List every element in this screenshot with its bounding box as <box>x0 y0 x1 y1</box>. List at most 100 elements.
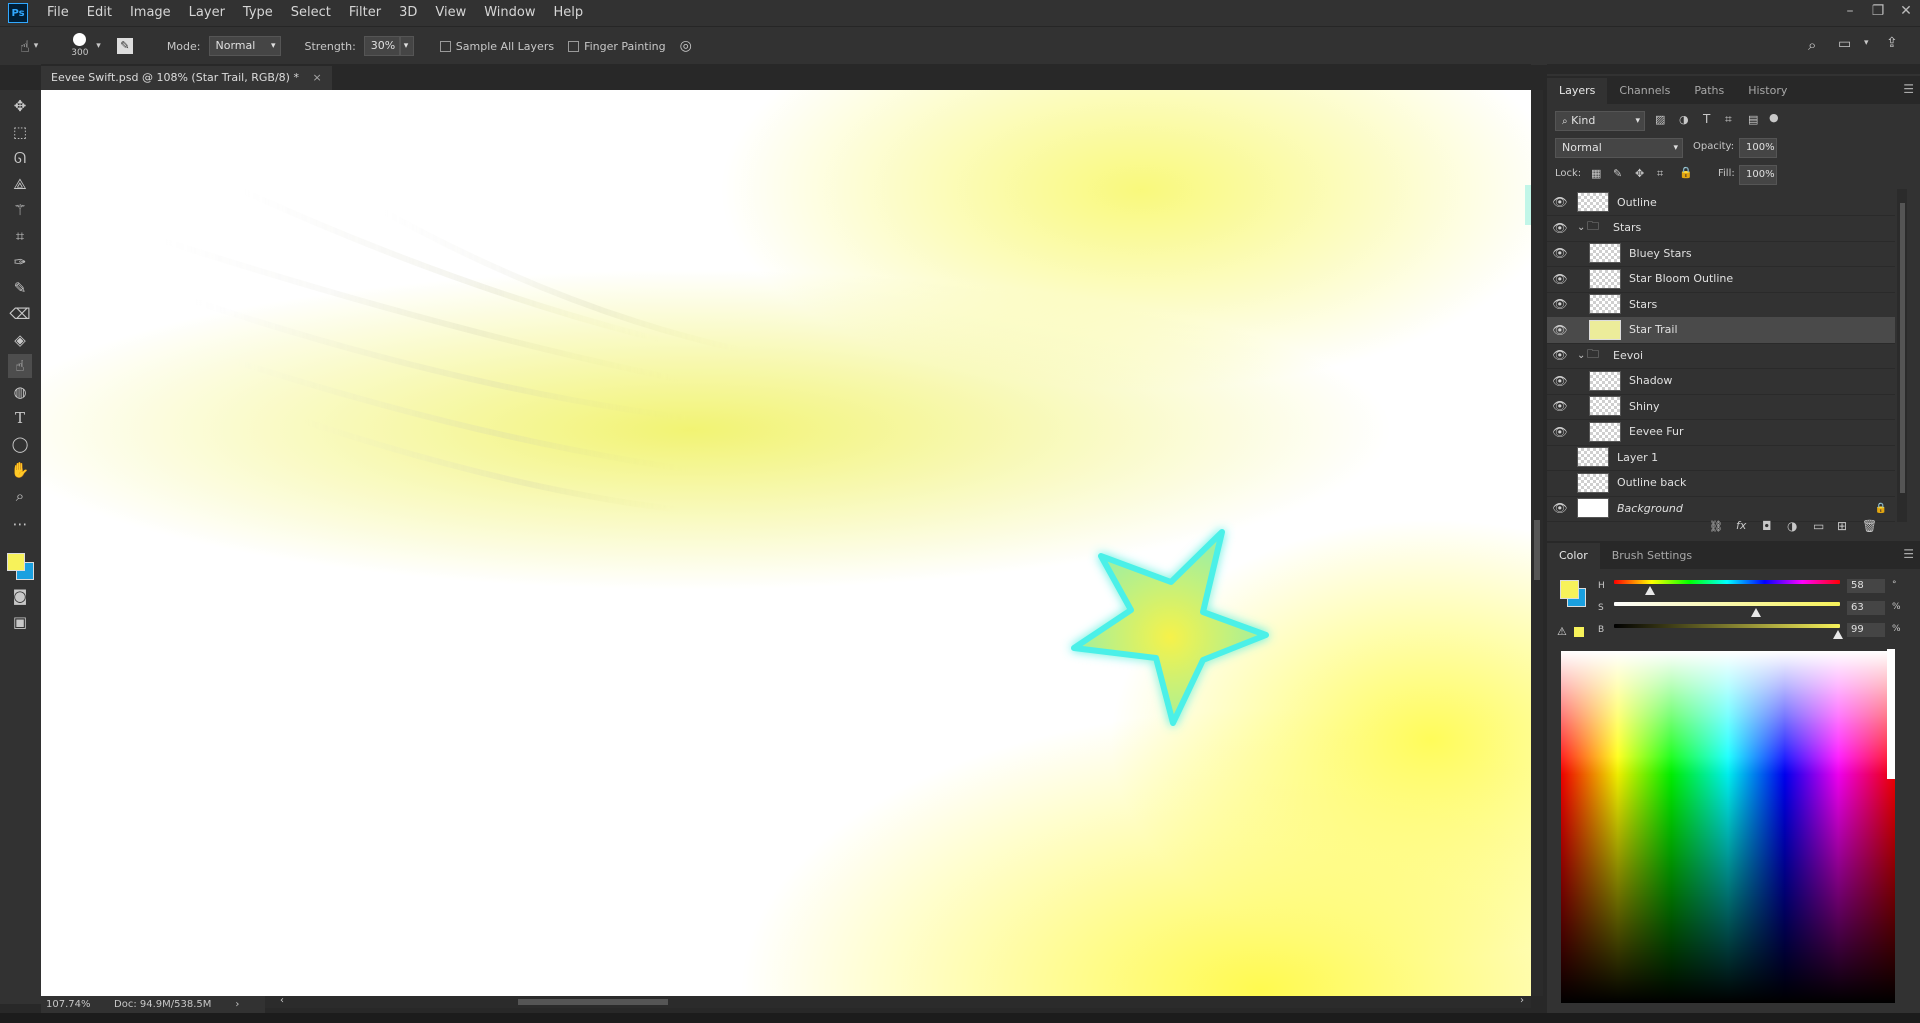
menu-help[interactable]: Help <box>545 0 593 26</box>
vertical-scroll-thumb[interactable] <box>1534 520 1540 580</box>
horizontal-scroll-thumb[interactable] <box>518 999 668 1005</box>
document-canvas[interactable] <box>41 90 1531 996</box>
eyedropper-icon[interactable]: ✑ <box>8 250 32 274</box>
move-tool-icon[interactable]: ✥ <box>8 94 32 118</box>
menu-3d[interactable]: 3D <box>390 0 426 26</box>
restore-button[interactable]: ❐ <box>1864 0 1892 26</box>
brush-tool-icon[interactable]: ✎ <box>8 276 32 300</box>
panel-collapse-bar[interactable] <box>1547 64 1920 74</box>
crop-tool-icon[interactable]: ⌗ <box>8 224 32 248</box>
type-filter-icon[interactable]: T <box>1703 112 1710 126</box>
tab-layers[interactable]: Layers <box>1547 78 1608 104</box>
zoom-tool-icon[interactable]: ⌕ <box>8 484 32 508</box>
gamut-swatch[interactable] <box>1574 627 1584 637</box>
pixel-filter-icon[interactable]: ▨ <box>1655 113 1665 126</box>
layer-row[interactable]: 👁 Bluey Stars <box>1547 240 1895 267</box>
layer-list-scroll-thumb[interactable] <box>1900 203 1905 493</box>
visibility-eye-icon[interactable]: 👁 <box>1547 297 1573 311</box>
smart-object-filter-icon[interactable]: ▤ <box>1748 113 1758 126</box>
visibility-eye-icon[interactable]: 👁 <box>1547 399 1573 413</box>
visibility-eye-icon[interactable]: 👁 <box>1547 425 1573 439</box>
tab-channels[interactable]: Channels <box>1607 78 1682 104</box>
lock-artboard-icon[interactable]: ⌗ <box>1657 167 1663 181</box>
minimize-button[interactable]: – <box>1836 0 1864 26</box>
panel-menu-icon[interactable]: ☰ <box>1903 82 1914 96</box>
add-mask-icon[interactable]: ◘ <box>1762 519 1772 533</box>
menu-view[interactable]: View <box>426 0 475 26</box>
visibility-eye-icon[interactable]: 👁 <box>1547 246 1573 260</box>
hue-slider-track[interactable] <box>1614 580 1840 584</box>
hue-slider-knob[interactable] <box>1645 586 1656 595</box>
menu-filter[interactable]: Filter <box>340 0 390 26</box>
gamut-warning-icon[interactable]: ⚠ <box>1557 625 1567 638</box>
layer-lock-icon[interactable]: 🔒 <box>1875 503 1887 514</box>
type-tool-icon[interactable]: T <box>8 406 32 430</box>
visibility-eye-icon[interactable]: 👁 <box>1547 272 1573 286</box>
chevron-down-icon[interactable]: ▾ <box>1864 38 1869 48</box>
lock-all-icon[interactable]: 🔒 <box>1679 166 1693 179</box>
ellipse-tool-icon[interactable]: ◯ <box>8 432 32 456</box>
horizontal-scrollbar[interactable]: ‹ › <box>265 995 1531 1008</box>
strength-field[interactable]: 30% <box>363 36 400 56</box>
lasso-tool-icon[interactable]: ᘏ <box>8 146 32 170</box>
layer-row[interactable]: 👁 Outline <box>1547 189 1895 216</box>
menu-layer[interactable]: Layer <box>180 0 234 26</box>
brightness-value-field[interactable]: 99 <box>1847 623 1885 637</box>
polygonal-lasso-icon[interactable]: ⟁ <box>8 172 32 196</box>
layer-row[interactable]: Outline back <box>1547 470 1895 497</box>
fill-field[interactable]: 100% <box>1739 165 1777 185</box>
adjustment-filter-icon[interactable]: ◑ <box>1679 113 1689 126</box>
workspace-icon[interactable]: ▭ <box>1838 36 1851 52</box>
layer-row[interactable]: 👁 ⌄ 🗀 Eevoi <box>1547 342 1895 369</box>
brightness-slider-track[interactable] <box>1614 624 1840 628</box>
brush-size-picker[interactable]: 300 <box>68 31 92 61</box>
visibility-eye-icon[interactable]: 👁 <box>1547 348 1573 362</box>
chevron-right-icon[interactable]: › <box>1520 995 1524 1006</box>
document-tab[interactable]: Eevee Swift.psd @ 108% (Star Trail, RGB/… <box>41 66 332 90</box>
menu-file[interactable]: File <box>38 0 78 26</box>
menu-type[interactable]: Type <box>234 0 282 26</box>
saturation-value-field[interactable]: 63 <box>1847 601 1885 615</box>
new-layer-icon[interactable]: ⊞ <box>1837 519 1847 533</box>
delete-layer-icon[interactable]: 🗑 <box>1862 519 1877 533</box>
marquee-tool-icon[interactable]: ⬚ <box>8 120 32 144</box>
filter-toggle-icon[interactable]: ● <box>1769 111 1779 124</box>
layer-row[interactable]: 👁 Star Trail <box>1547 316 1895 344</box>
smudge-tool-preset-icon[interactable]: ☝ <box>20 37 30 56</box>
pressure-icon[interactable]: ◎ <box>680 38 692 54</box>
group-expand-icon[interactable]: ⌄ <box>1577 222 1587 233</box>
color-fg-swatch[interactable] <box>1560 580 1579 599</box>
dodge-tool-icon[interactable]: ◍ <box>8 380 32 404</box>
chevron-down-icon[interactable]: ▾ <box>34 41 39 51</box>
foreground-color-swatch[interactable] <box>7 553 25 571</box>
fx-icon[interactable]: fx <box>1736 519 1746 532</box>
zoom-level[interactable]: 107.74% <box>46 999 102 1010</box>
group-expand-icon[interactable]: ⌄ <box>1577 350 1587 361</box>
finger-painting-checkbox[interactable] <box>568 40 580 52</box>
close-tab-icon[interactable]: × <box>312 71 321 84</box>
quick-mask-icon[interactable]: ◙ <box>8 584 32 608</box>
more-tools-icon[interactable]: ⋯ <box>8 512 32 536</box>
tab-brush-settings[interactable]: Brush Settings <box>1600 543 1704 569</box>
paint-bucket-icon[interactable]: ◈ <box>8 328 32 352</box>
saturation-slider-track[interactable] <box>1614 602 1840 606</box>
new-group-icon[interactable]: ▭ <box>1813 519 1824 533</box>
hue-value-field[interactable]: 58 <box>1847 579 1885 593</box>
layer-row[interactable]: 👁 Shadow <box>1547 368 1895 395</box>
link-layers-icon[interactable]: ⛓ <box>1709 520 1723 533</box>
shape-filter-icon[interactable]: ⌗ <box>1725 112 1732 127</box>
blend-mode-select[interactable]: Normal ▾ <box>1555 138 1683 158</box>
hand-tool-icon[interactable]: ✋ <box>8 458 32 482</box>
visibility-eye-icon[interactable]: 👁 <box>1547 221 1573 235</box>
layer-row[interactable]: 👁 Eevee Fur <box>1547 419 1895 446</box>
magic-wand-icon[interactable]: ⚚ <box>8 198 32 222</box>
chevron-down-icon[interactable]: ▾ <box>96 41 101 51</box>
tab-history[interactable]: History <box>1736 78 1799 104</box>
smudge-tool-icon[interactable]: ☝ <box>8 354 32 378</box>
mode-select[interactable]: Normal ▾ <box>208 36 281 56</box>
chevron-right-icon[interactable]: › <box>235 999 239 1010</box>
panel-menu-icon[interactable]: ☰ <box>1903 547 1914 561</box>
layer-row[interactable]: 👁 ⌄ 🗀 Stars <box>1547 215 1895 242</box>
layer-row[interactable]: Layer 1 <box>1547 444 1895 471</box>
brush-settings-icon[interactable]: ✎ <box>116 38 133 54</box>
